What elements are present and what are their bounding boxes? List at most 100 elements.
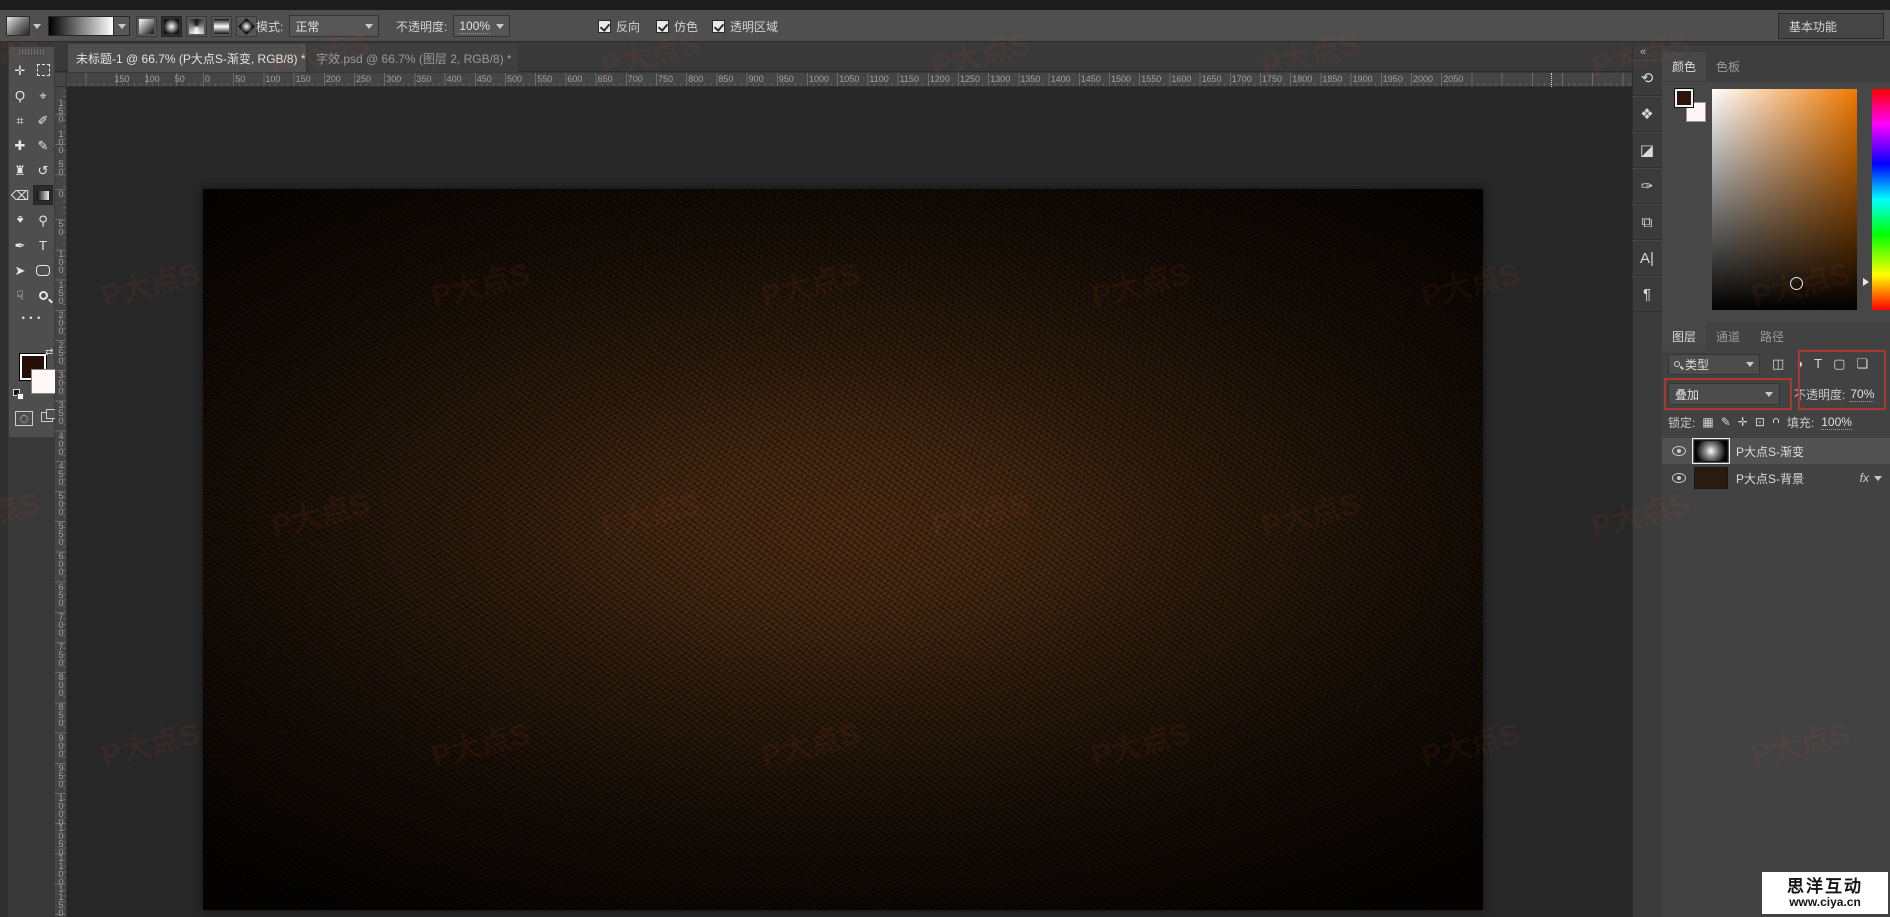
ruler-tick-label: 1050 bbox=[56, 823, 66, 855]
background-color-swatch[interactable] bbox=[31, 369, 56, 394]
layer-row-selected[interactable]: P大点S-渐变 bbox=[1662, 438, 1890, 464]
filter-type-layers-icon[interactable]: T bbox=[1814, 356, 1822, 372]
move-tool[interactable]: ✛ bbox=[10, 60, 30, 80]
character-panel-icon[interactable]: A| bbox=[1632, 240, 1662, 276]
site-watermark-title: 思洋互动 bbox=[1787, 878, 1863, 896]
dock-icons: ⟲❖◪✑⧉A|¶ bbox=[1632, 60, 1662, 312]
ruler-tick-label: 400 bbox=[56, 431, 66, 455]
tab-color[interactable]: 颜色 bbox=[1662, 52, 1706, 81]
ruler-origin-corner[interactable] bbox=[55, 73, 67, 87]
tab-swatches[interactable]: 色板 bbox=[1706, 52, 1750, 81]
gradient-tool[interactable] bbox=[33, 185, 53, 205]
properties-panel-icon[interactable]: ❖ bbox=[1632, 96, 1662, 132]
collapse-panels-icon[interactable]: « bbox=[1640, 46, 1646, 58]
lock-transparency-icon[interactable]: ▦ bbox=[1702, 415, 1713, 429]
ruler-tick-label: 100 bbox=[56, 129, 66, 153]
lock-position-icon[interactable]: ✛ bbox=[1738, 415, 1748, 429]
fill-value[interactable]: 100% bbox=[1821, 415, 1852, 430]
adjustments-panel-icon[interactable]: ◪ bbox=[1632, 132, 1662, 168]
more-tools-button[interactable]: • • • bbox=[9, 313, 54, 323]
layer-filter-type-select[interactable]: 类型 bbox=[1668, 354, 1760, 375]
panel-grip[interactable] bbox=[19, 49, 44, 56]
document-tab-inactive[interactable]: 字效.psd @ 66.7% (图层 2, RGB/8) * × bbox=[308, 44, 518, 72]
gradient-preview bbox=[48, 16, 114, 36]
fill-label: 填充: bbox=[1787, 414, 1814, 431]
diamond-gradient-button[interactable] bbox=[236, 16, 257, 37]
layer-thumbnail-gradient[interactable] bbox=[1694, 440, 1728, 462]
document-tab-active[interactable]: 未标题-1 @ 66.7% (P大点S-渐变, RGB/8) * × bbox=[68, 44, 306, 72]
eyedropper-tool[interactable]: ✐ bbox=[33, 110, 53, 130]
paragraph-panel-icon[interactable]: ¶ bbox=[1632, 276, 1662, 312]
layer-opacity-value[interactable]: 70% bbox=[1850, 387, 1874, 402]
filter-shape-layers-icon[interactable]: ▢ bbox=[1833, 356, 1845, 372]
pen-tool[interactable]: ✒ bbox=[10, 235, 30, 255]
chevron-down-icon[interactable] bbox=[1874, 476, 1882, 481]
swap-colors-icon[interactable]: ⇄ bbox=[45, 347, 53, 358]
blend-mode-select[interactable]: 正常 bbox=[289, 15, 379, 37]
path-selection-tool[interactable]: ➤ bbox=[10, 260, 30, 280]
lasso-tool[interactable]: Ϙ bbox=[10, 85, 30, 105]
blur-tool[interactable]: ♠ bbox=[10, 210, 30, 230]
tab-channels[interactable]: 通道 bbox=[1706, 322, 1750, 351]
eraser-tool[interactable]: ⌫ bbox=[10, 185, 30, 205]
type-tool[interactable]: T bbox=[33, 235, 53, 255]
healing-brush-tool[interactable]: ✚ bbox=[10, 135, 30, 155]
default-colors-icon[interactable] bbox=[13, 389, 24, 400]
layer-thumbnail-background[interactable] bbox=[1694, 467, 1728, 489]
dodge-tool[interactable]: ⚲ bbox=[33, 210, 53, 230]
tool-preset-picker[interactable] bbox=[6, 10, 41, 42]
history-panel-icon[interactable]: ⟲ bbox=[1632, 60, 1662, 96]
marquee-tool[interactable] bbox=[33, 60, 53, 80]
gradient-picker[interactable] bbox=[48, 10, 130, 42]
filter-smart-objects-icon[interactable]: ❏ bbox=[1856, 356, 1868, 372]
angle-gradient-button[interactable] bbox=[186, 16, 207, 37]
brush-panel-icon[interactable]: ✑ bbox=[1632, 168, 1662, 204]
layer-visibility-eye-icon[interactable] bbox=[1672, 446, 1686, 456]
ruler-tick-label: 1700 bbox=[1232, 74, 1252, 84]
layer-row[interactable]: P大点S-背景 fx bbox=[1662, 465, 1890, 491]
canvas[interactable] bbox=[203, 189, 1483, 910]
tab-paths[interactable]: 路径 bbox=[1750, 322, 1794, 351]
hue-slider-arrow-icon[interactable] bbox=[1863, 278, 1869, 286]
reverse-checkbox[interactable]: 反向 bbox=[598, 10, 640, 42]
ruler-tick-label: 2050 bbox=[1443, 74, 1463, 84]
tools-grid: ✛ Ϙ⌖⌗✐✚✎♜↺⌫ ♠⚲✒T➤ ☟ bbox=[9, 60, 54, 305]
hand-tool[interactable]: ☟ bbox=[10, 285, 30, 305]
layer-blend-mode-select[interactable]: 叠加 bbox=[1668, 383, 1780, 405]
ruler-tick-label: 850 bbox=[56, 702, 66, 726]
history-brush-tool[interactable]: ↺ bbox=[33, 160, 53, 180]
ruler-tick-label: 50 bbox=[235, 74, 245, 84]
hue-ramp[interactable] bbox=[1872, 89, 1890, 310]
tab-layers[interactable]: 图层 bbox=[1662, 322, 1706, 351]
shape-tool[interactable] bbox=[33, 260, 53, 280]
dither-label: 仿色 bbox=[674, 18, 698, 35]
opacity-select[interactable]: 100% bbox=[453, 15, 510, 37]
transparency-checkbox[interactable]: 透明区域 bbox=[712, 10, 778, 42]
ruler-tick-label: 650 bbox=[598, 74, 613, 84]
linear-gradient-button[interactable] bbox=[136, 16, 157, 37]
crop-tool[interactable]: ⌗ bbox=[10, 110, 30, 130]
radial-gradient-button[interactable] bbox=[161, 16, 182, 37]
layer-effects-fx-badge[interactable]: fx bbox=[1860, 471, 1869, 485]
chevron-down-icon bbox=[496, 24, 504, 29]
workspace-switcher-button[interactable]: 基本功能 bbox=[1778, 13, 1884, 39]
filter-adjustment-layers-icon[interactable]: ◑ bbox=[1795, 356, 1803, 372]
lock-artboard-icon[interactable]: ⊡ bbox=[1755, 415, 1765, 429]
quick-mask-button[interactable] bbox=[15, 411, 33, 426]
zoom-tool[interactable] bbox=[33, 285, 53, 305]
quick-selection-tool[interactable]: ⌖ bbox=[33, 85, 53, 105]
color-field-cursor[interactable] bbox=[1790, 277, 1803, 290]
saturation-brightness-field[interactable] bbox=[1712, 89, 1857, 310]
clone-stamp-tool[interactable]: ♜ bbox=[10, 160, 30, 180]
lock-paint-icon[interactable]: ✎ bbox=[1721, 415, 1731, 429]
filter-pixel-layers-icon[interactable]: ◫ bbox=[1772, 356, 1784, 372]
ruler-tick-label: 100 bbox=[265, 74, 280, 84]
clone-source-panel-icon[interactable]: ⧉ bbox=[1632, 204, 1662, 240]
foreground-color-swatch[interactable] bbox=[1674, 88, 1694, 108]
brush-tool[interactable]: ✎ bbox=[33, 135, 53, 155]
layer-visibility-eye-icon[interactable] bbox=[1672, 473, 1686, 483]
ruler-tick-label: 150 bbox=[56, 280, 66, 304]
reflected-gradient-button[interactable] bbox=[211, 16, 232, 37]
dither-checkbox[interactable]: 仿色 bbox=[656, 10, 698, 42]
ruler-tick-label: 50 bbox=[56, 219, 66, 235]
